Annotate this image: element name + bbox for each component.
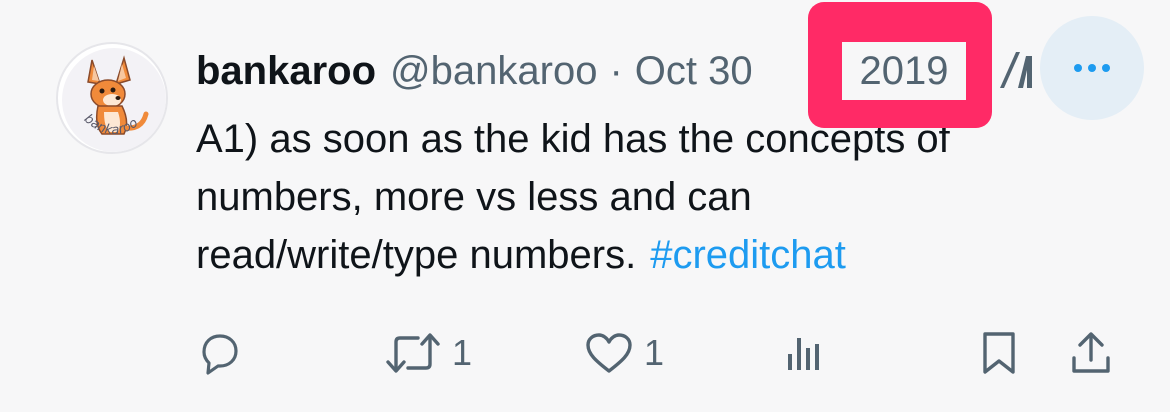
grok-icon[interactable] <box>996 48 1036 92</box>
like-count: 1 <box>644 332 665 373</box>
heart-icon <box>586 333 632 373</box>
hashtag-link[interactable]: #creditchat <box>650 233 846 277</box>
action-bar: 1 1 <box>0 318 1170 388</box>
views-button[interactable] <box>782 318 838 388</box>
kangaroo-logo-icon: bankaroo <box>62 48 166 152</box>
retweet-icon <box>386 333 440 373</box>
tweet-year: 2019 <box>842 42 966 100</box>
like-button[interactable]: 1 <box>584 318 664 388</box>
tweet-text: A1) as soon as the kid has the concepts … <box>196 110 1096 284</box>
bookmark-button[interactable] <box>978 318 1020 388</box>
reply-icon <box>202 334 238 375</box>
year-highlight-box: 2019 <box>808 2 992 128</box>
author-name[interactable]: bankaroo <box>196 49 376 94</box>
tweet-text-line: read/write/type numbers. #creditchat <box>196 226 1096 284</box>
avatar[interactable]: bankaroo <box>56 42 168 154</box>
tweet-text-line: numbers, more vs less and can <box>196 175 752 219</box>
reply-button[interactable] <box>196 318 252 388</box>
more-dots-icon <box>1074 64 1110 72</box>
separator-dot: · <box>609 48 623 93</box>
share-icon <box>1072 332 1110 373</box>
bookmark-icon <box>983 332 1015 374</box>
retweet-count: 1 <box>452 332 473 373</box>
views-bar-icon <box>788 338 819 370</box>
share-button[interactable] <box>1068 318 1114 388</box>
tweet-card[interactable]: bankaroo bankaroo @bankaroo · Oct 30 201… <box>0 0 1170 412</box>
tweet-date[interactable]: Oct 30 <box>635 49 753 94</box>
tweet-text-segment: read/write/type numbers. <box>196 233 637 277</box>
retweet-button[interactable]: 1 <box>384 318 472 388</box>
author-handle[interactable]: @bankaroo <box>390 49 597 94</box>
more-options-button[interactable] <box>1040 16 1144 120</box>
tweet-header: bankaroo @bankaroo · Oct 30 <box>196 44 753 98</box>
